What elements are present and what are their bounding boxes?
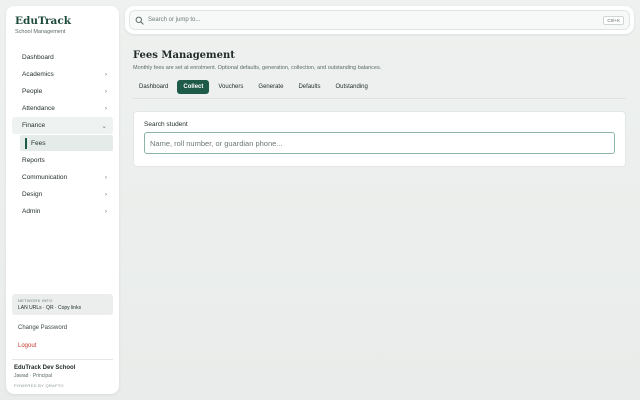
network-info-card[interactable]: NETWORK INFO LAN URLs · QR · Copy links bbox=[12, 294, 113, 315]
school-name: EduTrack Dev School bbox=[14, 365, 76, 371]
sidebar-item-design[interactable]: Design › bbox=[12, 186, 113, 203]
network-info-label: NETWORK INFO bbox=[18, 298, 53, 303]
sidebar-item-label: People bbox=[22, 88, 43, 95]
search-student-label: Search student bbox=[144, 121, 188, 128]
sidebar-item-admin[interactable]: Admin › bbox=[12, 203, 113, 220]
sidebar-item-label: Academics bbox=[22, 71, 54, 78]
chevron-right-icon: › bbox=[104, 71, 107, 78]
sidebar-item-label: Admin bbox=[22, 208, 41, 215]
sidebar-item-reports[interactable]: Reports bbox=[12, 152, 113, 169]
sidebar-item-dashboard[interactable]: Dashboard bbox=[12, 49, 113, 66]
chevron-right-icon: › bbox=[104, 88, 107, 95]
powered-by: POWERED BY QRAFTO bbox=[14, 383, 64, 388]
sidebar-item-label: Communication bbox=[22, 174, 68, 181]
page-title: Fees Management bbox=[133, 50, 235, 61]
network-info-text: LAN URLs · QR · Copy links bbox=[18, 305, 82, 311]
sidebar-item-label: Finance bbox=[22, 122, 46, 129]
student-search-input[interactable] bbox=[144, 132, 615, 154]
main-content: Fees Management Monthly fees are set at … bbox=[133, 50, 626, 167]
school-info: EduTrack Dev School Jawad · Principal PO… bbox=[12, 359, 113, 388]
fees-tabs: Dashboard Collect Vouchers Generate Defa… bbox=[133, 80, 626, 99]
tab-vouchers[interactable]: Vouchers bbox=[212, 80, 249, 94]
current-user: Jawad · Principal bbox=[14, 373, 53, 379]
top-search-bar: Search or jump to... Ctrl+K bbox=[125, 6, 634, 34]
tab-outstanding[interactable]: Outstanding bbox=[329, 80, 373, 94]
sidebar-item-label: Fees bbox=[31, 139, 46, 147]
chevron-right-icon: › bbox=[104, 191, 107, 198]
page-subtitle: Monthly fees are set at enrolment. Optio… bbox=[133, 65, 382, 71]
chevron-right-icon: › bbox=[104, 208, 107, 215]
sidebar-nav: Dashboard Academics › People › Attendance ›… bbox=[6, 49, 119, 220]
chevron-right-icon: › bbox=[104, 105, 107, 112]
sidebar-item-finance[interactable]: Finance ⌄ bbox=[12, 117, 113, 134]
search-placeholder: Search or jump to... bbox=[148, 17, 201, 23]
sidebar-item-academics[interactable]: Academics › bbox=[12, 66, 113, 83]
search-icon bbox=[135, 16, 144, 25]
sidebar-item-attendance[interactable]: Attendance › bbox=[12, 100, 113, 117]
tab-dashboard[interactable]: Dashboard bbox=[133, 80, 174, 94]
sidebar-item-communication[interactable]: Communication › bbox=[12, 169, 113, 186]
sidebar-item-label: Attendance bbox=[22, 105, 55, 112]
tab-collect[interactable]: Collect bbox=[177, 80, 210, 94]
global-search-input[interactable]: Search or jump to... Ctrl+K bbox=[129, 10, 630, 30]
logout-link[interactable]: Logout bbox=[12, 337, 113, 355]
brand-subtitle: School Management bbox=[15, 29, 66, 35]
search-student-card: Search student bbox=[133, 111, 626, 167]
sidebar-item-label: Reports bbox=[22, 157, 45, 164]
tab-generate[interactable]: Generate bbox=[252, 80, 289, 94]
keyboard-shortcut-badge: Ctrl+K bbox=[603, 15, 624, 25]
sidebar-item-label: Design bbox=[22, 191, 43, 198]
chevron-down-icon: ⌄ bbox=[101, 122, 107, 130]
chevron-right-icon: › bbox=[104, 174, 107, 181]
tab-defaults[interactable]: Defaults bbox=[292, 80, 326, 94]
change-password-link[interactable]: Change Password bbox=[12, 319, 113, 337]
sidebar-subitem-fees[interactable]: Fees bbox=[20, 135, 113, 151]
active-indicator bbox=[25, 137, 27, 149]
sidebar-item-label: Dashboard bbox=[22, 54, 54, 61]
brand: EduTrack School Management bbox=[6, 6, 119, 35]
sidebar-item-people[interactable]: People › bbox=[12, 83, 113, 100]
brand-title[interactable]: EduTrack bbox=[15, 15, 110, 27]
sidebar: EduTrack School Management Dashboard Aca… bbox=[6, 6, 119, 394]
sidebar-footer: NETWORK INFO LAN URLs · QR · Copy links … bbox=[6, 294, 119, 394]
